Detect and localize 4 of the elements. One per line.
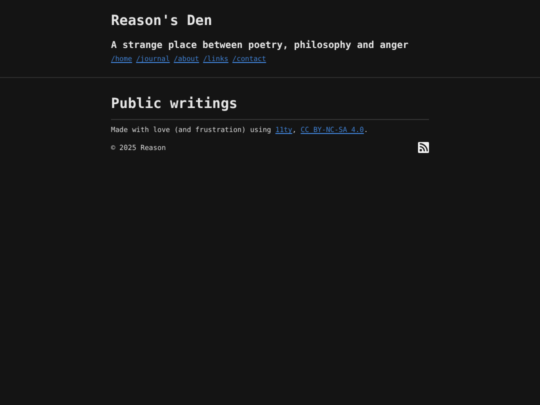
site-title: Reason's Den: [111, 12, 214, 30]
page-heading: Public writings: [111, 78, 429, 120]
site-tagline: A strange place between poetry, philosophy and anger: [111, 40, 410, 51]
rss-icon[interactable]: [418, 142, 429, 153]
